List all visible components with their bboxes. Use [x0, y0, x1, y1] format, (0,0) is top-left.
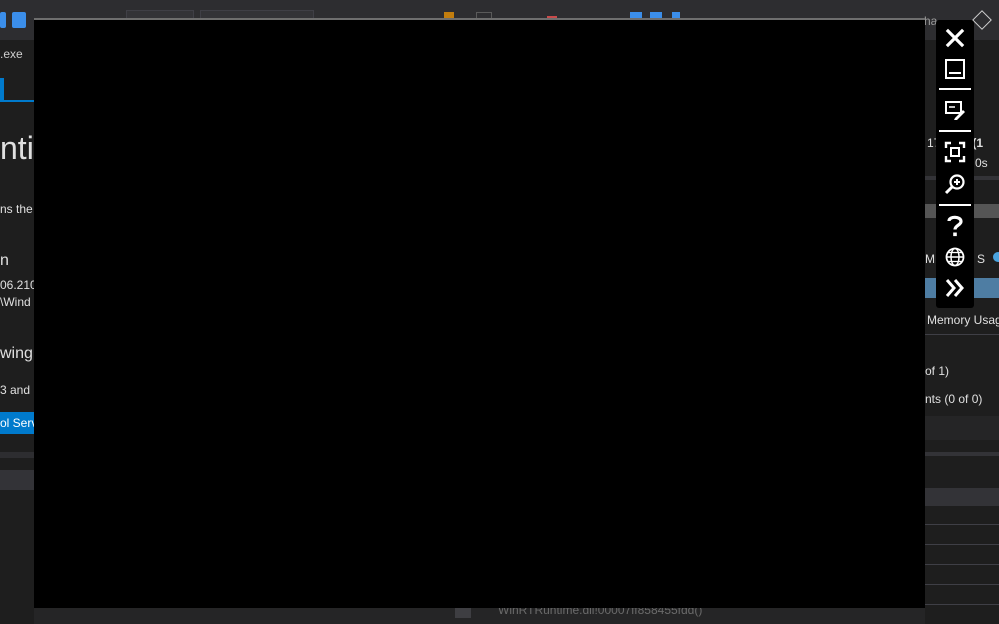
table-row[interactable]	[925, 546, 999, 565]
toggle-dot-icon[interactable]	[993, 252, 999, 262]
subheading: n	[0, 252, 9, 269]
capture-area[interactable]	[34, 30, 923, 608]
annotate-button[interactable]	[939, 96, 971, 124]
left-panel: ntir ns the c n 06.210 \Wind wing 3 and …	[0, 66, 34, 624]
count-label: nts (0 of 0)	[925, 392, 983, 406]
toolbar-separator	[939, 88, 971, 90]
tab-label[interactable]: S	[977, 252, 985, 266]
diamond-icon[interactable]	[972, 10, 992, 30]
web-button[interactable]	[939, 243, 971, 271]
close-button[interactable]	[939, 24, 971, 52]
fullscreen-button[interactable]	[939, 138, 971, 166]
subheading: wing	[0, 345, 33, 362]
panel-divider	[0, 452, 34, 458]
text-value: 0s	[975, 156, 988, 170]
zoom-in-icon	[944, 174, 965, 195]
help-button[interactable]	[939, 212, 971, 240]
tab-underline	[0, 100, 34, 102]
close-icon	[945, 28, 965, 48]
screen: ha .exe ntir ns the c n 06.210 \Wind win…	[0, 0, 999, 624]
panel-header-bar	[0, 470, 34, 490]
text-line: 3 and b	[0, 383, 34, 397]
text-line: 06.210	[0, 278, 34, 292]
column-header	[925, 488, 999, 506]
document-tab[interactable]: .exe	[0, 44, 34, 64]
toolbar-separator	[939, 130, 971, 132]
globe-icon	[945, 247, 965, 267]
section-bar	[925, 416, 999, 440]
count-label: of 1)	[925, 364, 950, 378]
service-button[interactable]: ol Serv	[0, 412, 34, 434]
tab-accent	[0, 78, 4, 100]
text-line: \Wind	[0, 295, 31, 309]
column-label: Memory Usag	[927, 313, 999, 327]
panel-divider	[925, 452, 999, 456]
help-icon	[947, 215, 963, 237]
toolbar-separator	[939, 204, 971, 206]
table-row[interactable]	[925, 586, 999, 605]
bottom-panel	[34, 608, 925, 624]
separator	[925, 334, 999, 335]
heading: ntir	[0, 130, 34, 166]
text-line: ns the c	[0, 202, 34, 216]
edit-screen-icon	[945, 101, 965, 120]
zoom-button[interactable]	[939, 170, 971, 198]
save-icon[interactable]	[0, 12, 6, 28]
more-button[interactable]	[939, 274, 971, 302]
minimize-button[interactable]	[939, 55, 971, 83]
chevron-double-right-icon	[945, 279, 964, 297]
floating-toolbar	[936, 20, 974, 308]
capture-frame	[34, 18, 925, 608]
table-row[interactable]	[925, 526, 999, 545]
save-all-icon[interactable]	[12, 12, 26, 28]
minimize-icon	[945, 59, 965, 79]
table-row[interactable]	[925, 506, 999, 525]
fullscreen-icon	[944, 141, 966, 163]
table-row[interactable]	[925, 566, 999, 585]
